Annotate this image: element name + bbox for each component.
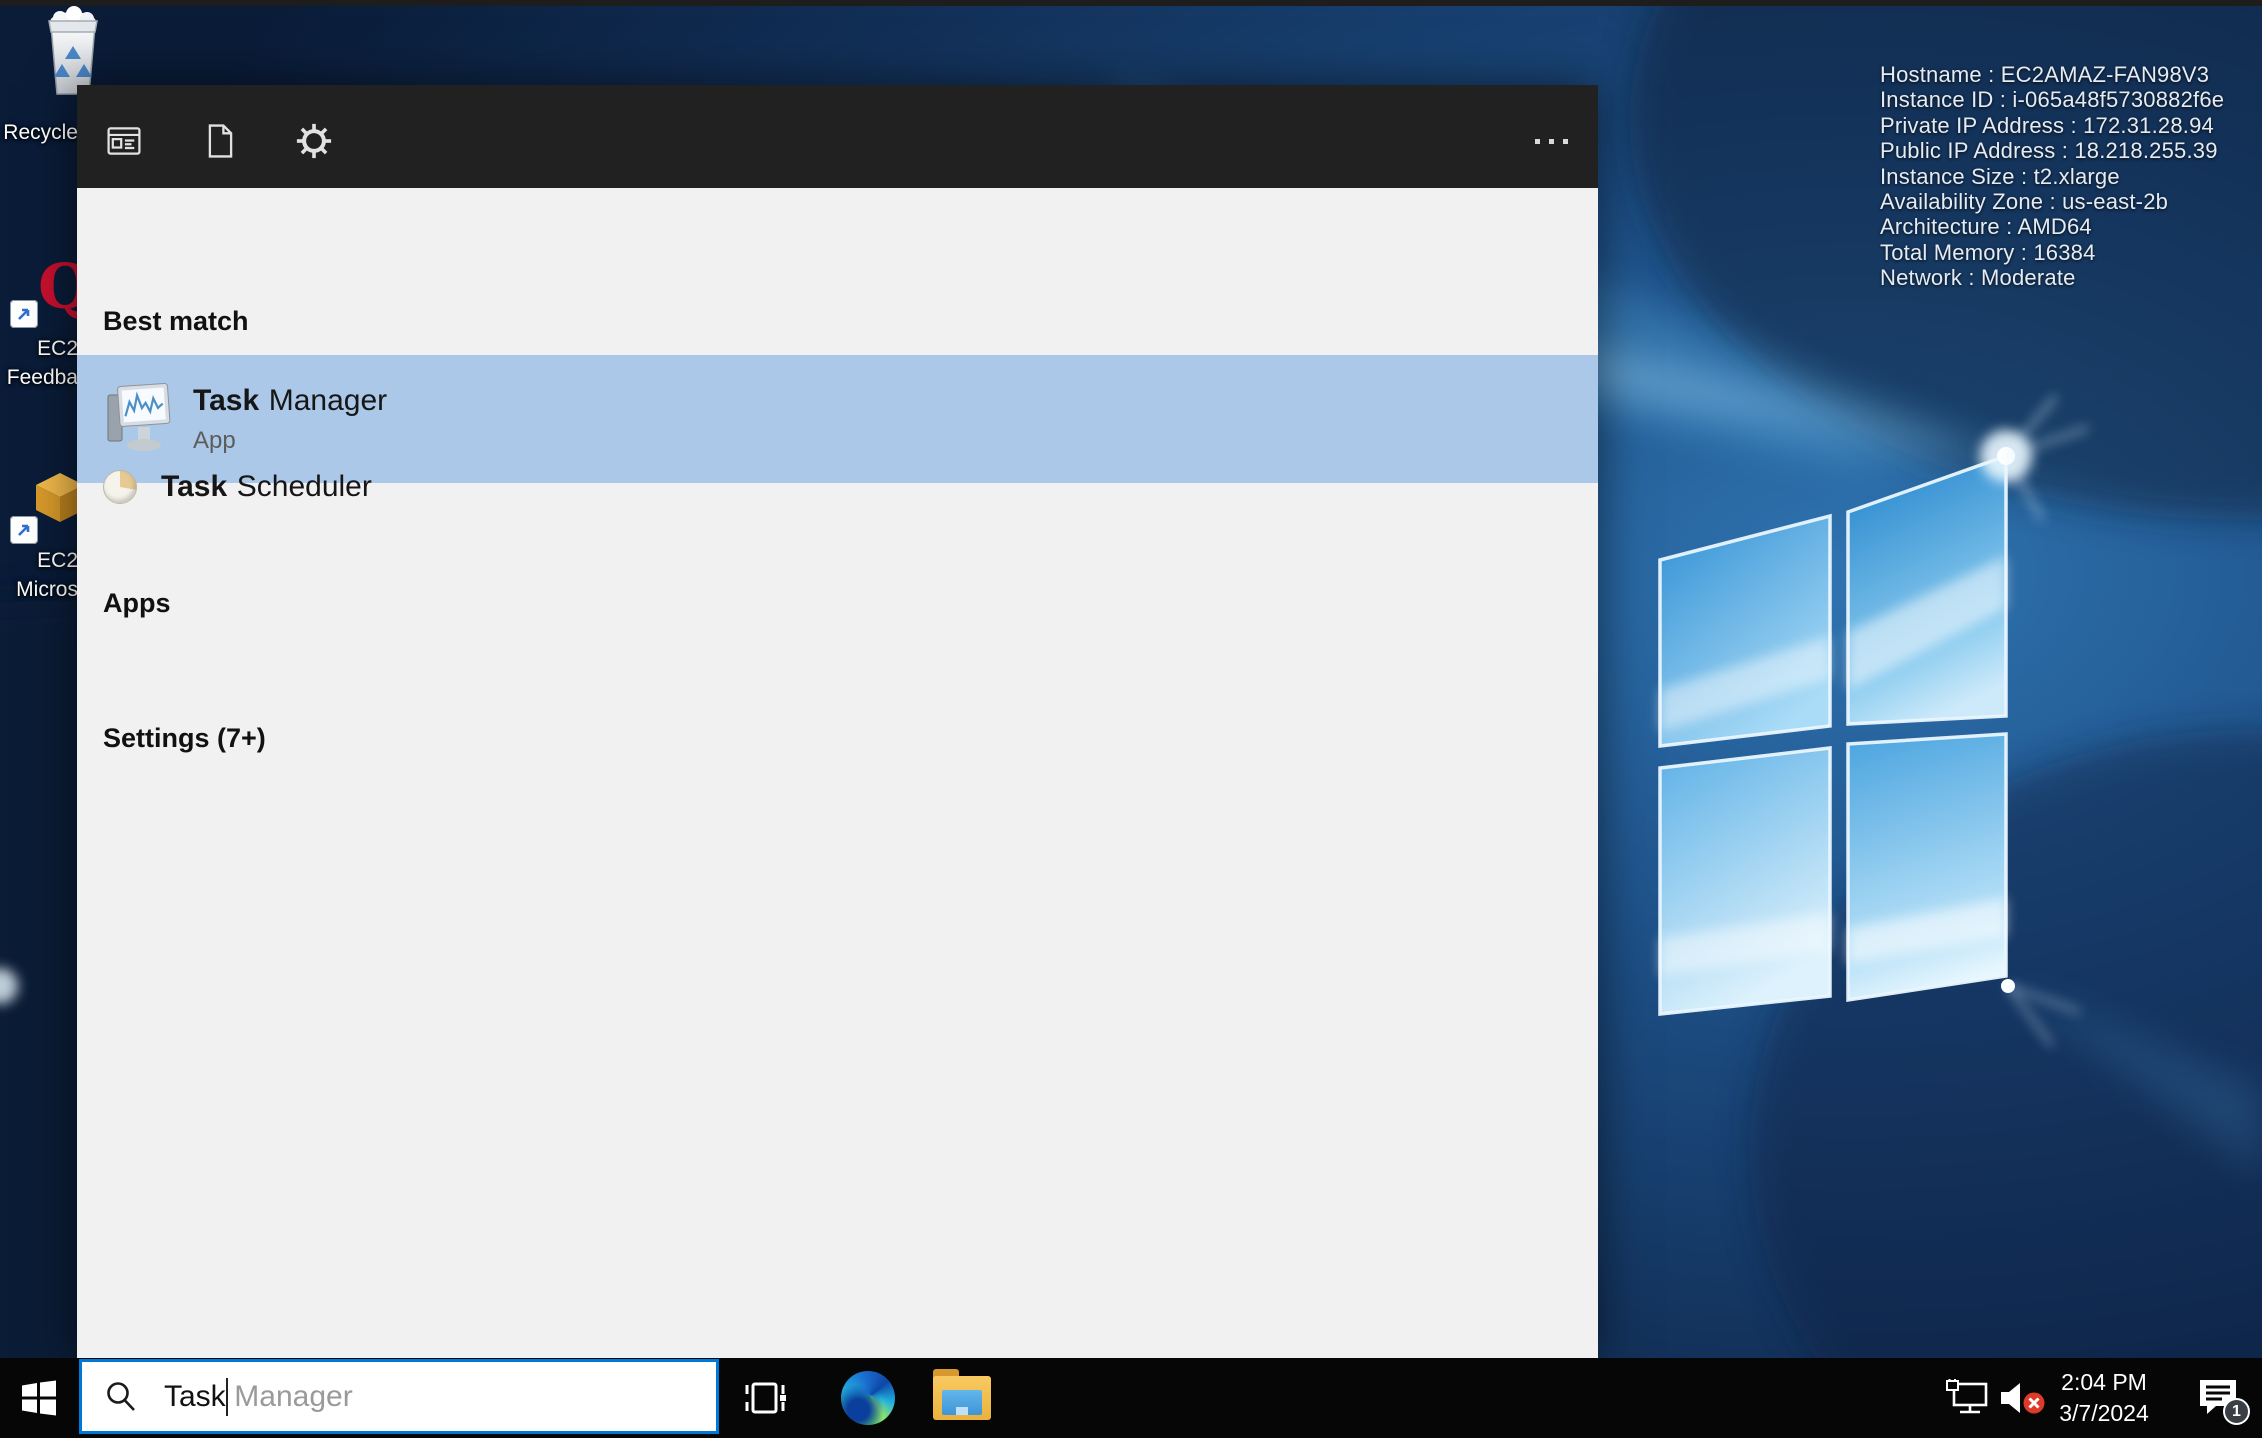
result-title: Task Scheduler [161, 470, 372, 503]
info-line: Instance ID : i-065a48f5730882f6e [1880, 87, 2225, 113]
ec2-feedback-label-line1: EC2 [37, 337, 78, 360]
task-view-icon [745, 1382, 786, 1414]
gear-icon [296, 123, 332, 159]
ec2-microsoft-label-line2: Micros [16, 578, 78, 601]
start-button[interactable] [0, 1358, 78, 1438]
notification-count-badge: 1 [2223, 1398, 2250, 1425]
network-icon [1946, 1379, 1988, 1414]
info-line: Architecture : AMD64 [1880, 214, 2092, 240]
info-line: Hostname : EC2AMAZ-FAN98V3 [1880, 62, 2210, 87]
result-subtitle: App [193, 426, 236, 454]
apps-header: Apps [103, 588, 171, 618]
shortcut-arrow-icon [10, 516, 38, 544]
settings-header: Settings (7+) [103, 723, 266, 753]
typed-query: Task [164, 1379, 226, 1413]
task-manager-icon [107, 382, 171, 451]
clock-tray-button[interactable]: 2:04 PM 3/7/2024 [2048, 1358, 2160, 1438]
action-center-button[interactable]: 1 [2184, 1358, 2254, 1438]
filter-documents-tab[interactable] [197, 121, 243, 161]
info-line: Availability Zone : us-east-2b [1880, 189, 2169, 215]
tray-date: 3/7/2024 [2059, 1400, 2149, 1426]
inline-suggestion: Manager [234, 1379, 353, 1413]
result-task-scheduler[interactable]: Task Scheduler [77, 458, 1598, 516]
apps-filter-icon [107, 127, 141, 155]
text-caret [225, 1377, 228, 1416]
result-title: Task Manager [193, 383, 388, 417]
taskbar-search-input[interactable]: Task Manager [79, 1359, 719, 1434]
best-match-header: Best match [103, 306, 249, 336]
info-line: Instance Size : t2.xlarge [1880, 163, 2120, 189]
shortcut-arrow-icon [10, 300, 38, 328]
volume-tray-button[interactable] [1994, 1358, 2050, 1438]
search-filter-bar [77, 85, 1598, 188]
more-options-button[interactable] [1529, 133, 1574, 150]
filter-apps-tab[interactable] [101, 121, 147, 161]
search-flyout: Best match Task Manager App Apps Task Sc… [77, 85, 1598, 1358]
recycle-bin-label: Recycle [3, 121, 78, 144]
desktop: Hostname : EC2AMAZ-FAN98V3 Instance ID :… [0, 0, 2262, 1438]
screen-top-strip [0, 0, 2262, 6]
task-view-button[interactable] [733, 1358, 797, 1438]
task-scheduler-icon [103, 470, 137, 504]
edge-icon [841, 1371, 895, 1425]
info-line: Total Memory : 16384 [1880, 239, 2096, 265]
ec2-feedback-label-line2: Feedba [6, 366, 78, 389]
edge-button[interactable] [836, 1358, 900, 1438]
taskbar: Task Manager 2:04 PM 3/7/2024 1 [0, 1358, 2262, 1438]
document-filter-icon [208, 124, 232, 158]
search-results: Best match Task Manager App Apps Task Sc… [77, 188, 1598, 1358]
search-icon [107, 1381, 135, 1411]
info-line: Private IP Address : 172.31.28.94 [1880, 112, 2214, 138]
ec2-microsoft-label-line1: EC2 [37, 549, 78, 572]
instance-info-overlay: Hostname : EC2AMAZ-FAN98V3 Instance ID :… [1880, 62, 2224, 291]
windows-logo-icon [22, 1380, 56, 1416]
network-tray-button[interactable] [1938, 1358, 1996, 1438]
info-line: Public IP Address : 18.218.255.39 [1880, 138, 2218, 164]
volume-muted-icon [2001, 1383, 2045, 1414]
file-explorer-icon [933, 1369, 991, 1420]
tray-time: 2:04 PM [2061, 1369, 2147, 1395]
filter-settings-tab[interactable] [291, 121, 337, 161]
file-explorer-button[interactable] [928, 1358, 996, 1438]
info-line: Network : Moderate [1880, 265, 2076, 291]
